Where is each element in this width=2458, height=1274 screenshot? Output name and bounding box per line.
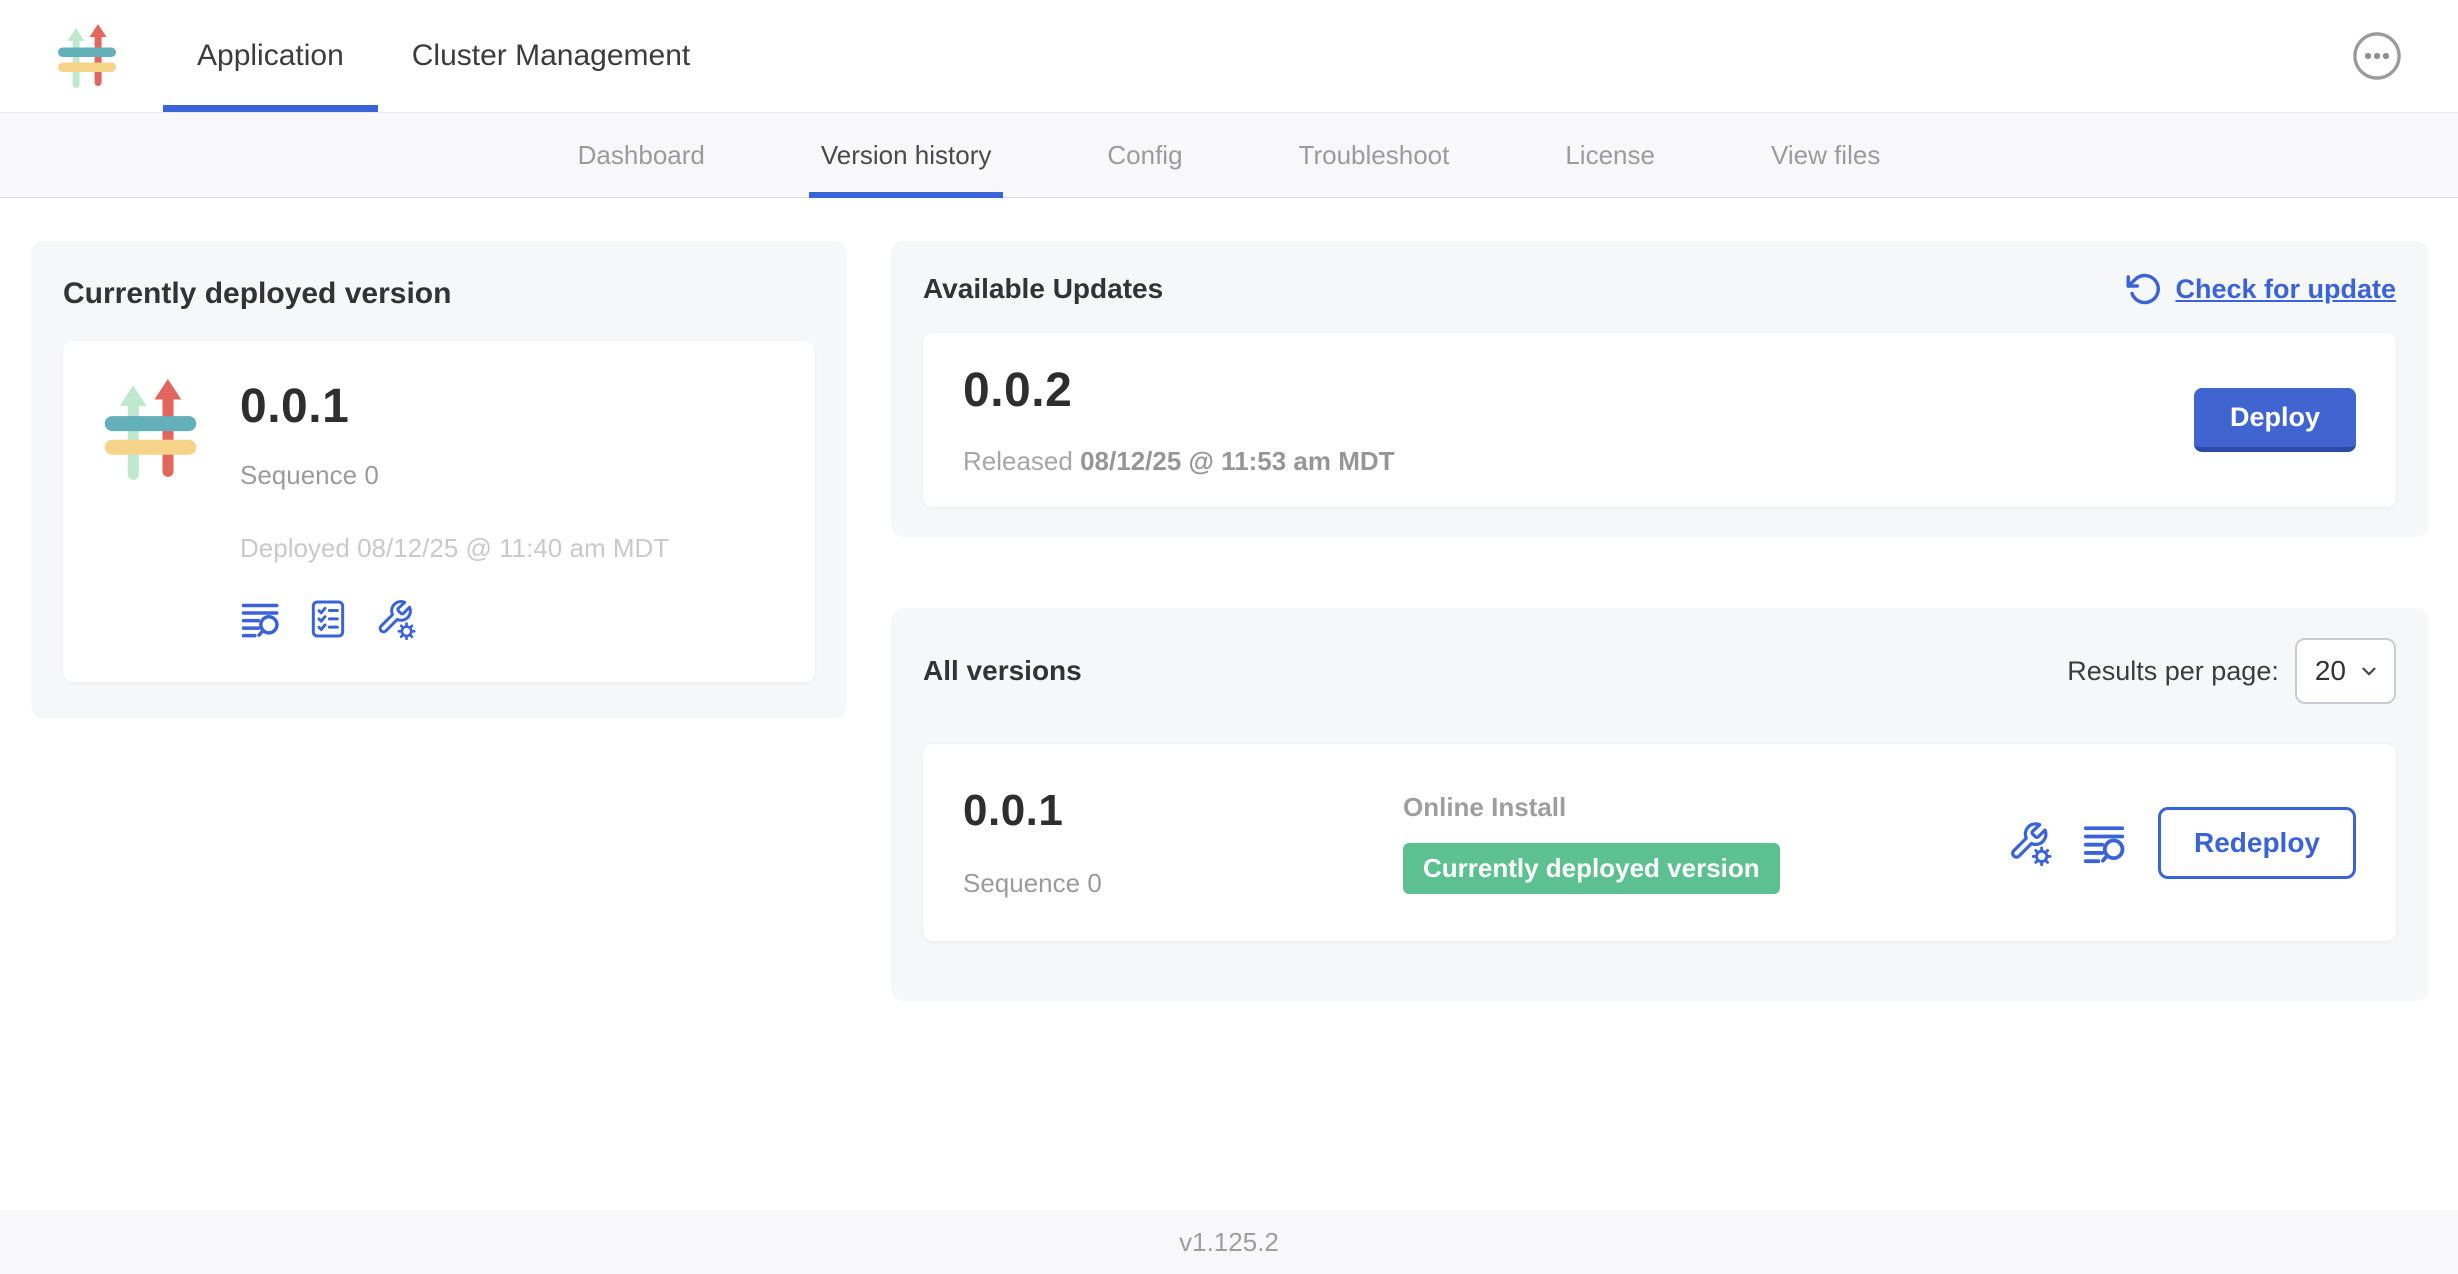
- row-version-number: 0.0.1: [963, 786, 1403, 836]
- primary-nav: Application Cluster Management: [163, 0, 724, 112]
- row-sequence: Sequence 0: [963, 868, 1403, 899]
- tab-application[interactable]: Application: [163, 0, 378, 112]
- overflow-menu-button[interactable]: [2352, 31, 2402, 81]
- app-header: Application Cluster Management: [0, 0, 2458, 113]
- row-deploy-logs-button[interactable]: [2082, 820, 2128, 866]
- deploy-button[interactable]: Deploy: [2194, 388, 2356, 452]
- tab-version-history[interactable]: Version history: [809, 113, 1004, 197]
- right-column: Available Updates Check for update 0.0.2…: [891, 241, 2428, 1001]
- deploy-logs-button[interactable]: [240, 598, 282, 640]
- available-updates-header: Available Updates Check for update: [923, 271, 2396, 307]
- currently-deployed-badge: Currently deployed version: [1403, 843, 1780, 894]
- row-config-button[interactable]: [2006, 820, 2052, 866]
- check-for-update-link[interactable]: Check for update: [2126, 271, 2396, 307]
- deployed-sequence: Sequence 0: [240, 460, 669, 491]
- deployed-actions: [240, 598, 669, 640]
- version-row-status: Online Install Currently deployed versio…: [1403, 792, 2006, 894]
- all-versions-title: All versions: [923, 655, 1082, 687]
- app-logo-icon: [57, 24, 117, 88]
- deployed-version-number: 0.0.1: [240, 379, 669, 434]
- tab-license-label: License: [1565, 140, 1655, 171]
- tab-application-label: Application: [197, 39, 344, 73]
- deployed-version-card: 0.0.1 Sequence 0 Deployed 08/12/25 @ 11:…: [63, 341, 815, 682]
- app-subnav: Dashboard Version history Config Trouble…: [0, 113, 2458, 198]
- version-row-info: 0.0.1 Sequence 0: [963, 786, 1403, 899]
- update-version-card: 0.0.2 Released 08/12/25 @ 11:53 am MDT D…: [923, 333, 2396, 507]
- deploy-logs-icon: [2082, 820, 2128, 866]
- main-content: Currently deployed version 0.0.1 Sequenc…: [0, 198, 2458, 1001]
- results-per-page-value: 20: [2315, 655, 2346, 687]
- tab-version-history-label: Version history: [821, 140, 992, 171]
- deployed-version-info: 0.0.1 Sequence 0 Deployed 08/12/25 @ 11:…: [240, 379, 669, 640]
- update-version-info: 0.0.2 Released 08/12/25 @ 11:53 am MDT: [963, 363, 2194, 477]
- tab-cluster-management-label: Cluster Management: [412, 39, 690, 73]
- refresh-ccw-icon: [2126, 271, 2162, 307]
- config-wrench-icon: [2006, 820, 2052, 866]
- tab-cluster-management[interactable]: Cluster Management: [378, 0, 724, 112]
- view-config-button[interactable]: [374, 598, 416, 640]
- available-updates-card: Available Updates Check for update 0.0.2…: [891, 241, 2428, 537]
- tab-license[interactable]: License: [1553, 113, 1667, 197]
- results-per-page: Results per page: 20: [2067, 638, 2396, 704]
- tab-view-files-label: View files: [1771, 140, 1880, 171]
- tab-dashboard[interactable]: Dashboard: [566, 113, 717, 197]
- console-footer: v1.125.2: [0, 1210, 2458, 1274]
- currently-deployed-title: Currently deployed version: [63, 277, 815, 311]
- tab-view-files[interactable]: View files: [1759, 113, 1892, 197]
- tab-config-label: Config: [1107, 140, 1182, 171]
- released-date: 08/12/25 @ 11:53 am MDT: [1080, 446, 1394, 476]
- admin-console-page: Application Cluster Management Dashboard…: [0, 0, 2458, 1274]
- preflight-checks-button[interactable]: [308, 598, 348, 640]
- results-per-page-label: Results per page:: [2067, 656, 2279, 687]
- available-updates-title: Available Updates: [923, 273, 1163, 305]
- update-version-number: 0.0.2: [963, 363, 2194, 418]
- released-prefix: Released: [963, 446, 1073, 476]
- config-wrench-icon: [374, 598, 416, 640]
- install-type-label: Online Install: [1403, 792, 2006, 823]
- preflight-checks-icon: [308, 598, 348, 640]
- currently-deployed-card: Currently deployed version 0.0.1 Sequenc…: [31, 241, 847, 718]
- redeploy-button[interactable]: Redeploy: [2158, 807, 2356, 879]
- app-logo: [57, 24, 117, 88]
- app-logo-icon: [103, 379, 198, 480]
- chevron-down-icon: [2358, 660, 2380, 682]
- all-versions-card: All versions Results per page: 20 0.0.: [891, 608, 2428, 1001]
- ellipsis-circle-icon: [2352, 31, 2402, 81]
- tab-troubleshoot[interactable]: Troubleshoot: [1287, 113, 1462, 197]
- deploy-logs-icon: [240, 598, 282, 640]
- deployed-timestamp: Deployed 08/12/25 @ 11:40 am MDT: [240, 533, 669, 564]
- version-row-actions: Redeploy: [2006, 807, 2356, 879]
- tab-troubleshoot-label: Troubleshoot: [1299, 140, 1450, 171]
- deployed-app-logo: [103, 379, 198, 640]
- tab-config[interactable]: Config: [1095, 113, 1194, 197]
- update-released-timestamp: Released 08/12/25 @ 11:53 am MDT: [963, 446, 2194, 477]
- version-row: 0.0.1 Sequence 0 Online Install Currentl…: [923, 744, 2396, 941]
- console-version: v1.125.2: [1179, 1227, 1279, 1258]
- results-per-page-select[interactable]: 20: [2295, 638, 2396, 704]
- all-versions-header: All versions Results per page: 20: [923, 638, 2396, 704]
- tab-dashboard-label: Dashboard: [578, 140, 705, 171]
- check-for-update-label: Check for update: [2175, 274, 2396, 305]
